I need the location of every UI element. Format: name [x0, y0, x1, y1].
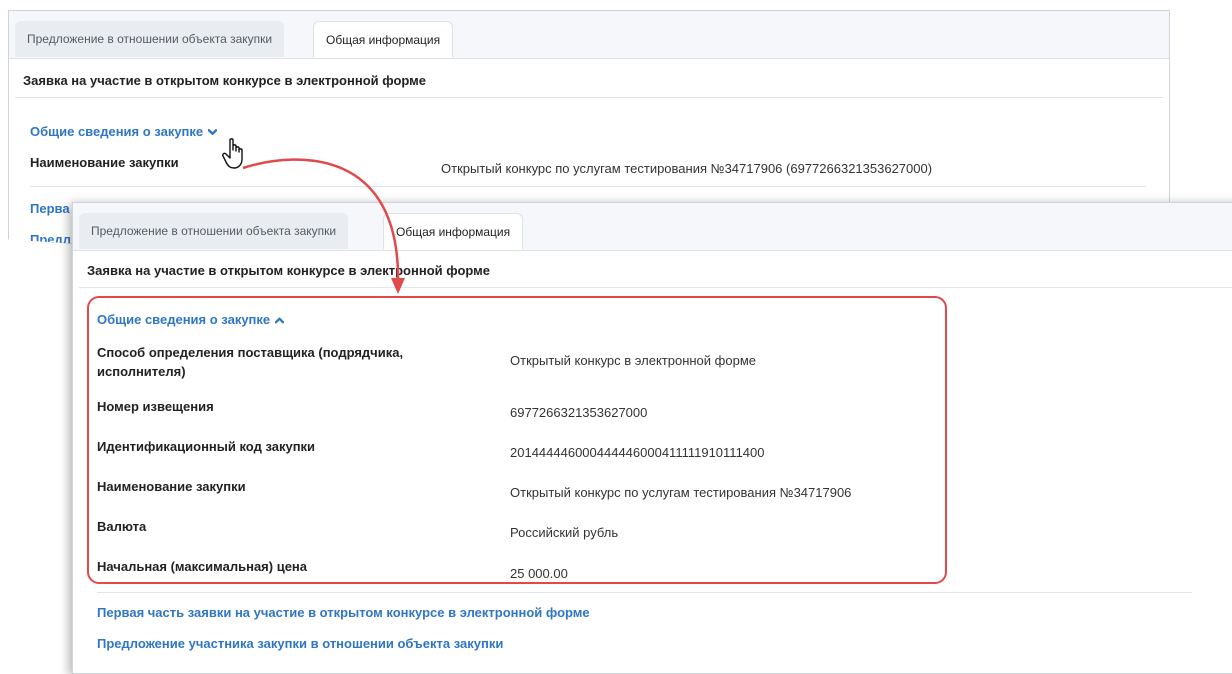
tab-bar: Предложение в отношении объекта закупки …: [9, 11, 1169, 59]
partial-link[interactable]: Перва: [30, 201, 70, 216]
divider: [30, 186, 1146, 187]
field-value: Открытый конкурс по услугам тестирования…: [441, 161, 933, 176]
tab-general-info[interactable]: Общая информация: [383, 213, 524, 250]
hand-pointer-icon: [222, 138, 243, 169]
field-label: Наименование закупки: [30, 155, 179, 170]
link-participant-proposal[interactable]: Предложение участника закупки в отношени…: [97, 636, 503, 651]
chevron-down-icon: [208, 129, 218, 136]
divider: [97, 592, 1192, 593]
section-toggle-label: Общие сведения о закупке: [30, 124, 204, 139]
application-title: Заявка на участие в открытом конкурсе в …: [87, 263, 491, 278]
tab-general-info[interactable]: Общая информация: [313, 21, 454, 58]
tab-proposal[interactable]: Предложение в отношении объекта закупки: [79, 213, 349, 249]
section-toggle-general-info[interactable]: Общие сведения о закупке: [30, 124, 218, 139]
application-title: Заявка на участие в открытом конкурсе в …: [23, 73, 427, 88]
partial-link[interactable]: Предл: [30, 232, 71, 244]
divider: [79, 287, 1232, 288]
tab-proposal[interactable]: Предложение в отношении объекта закупки: [15, 21, 285, 57]
highlight-frame: [87, 296, 947, 584]
divider: [15, 97, 1163, 98]
link-first-part-application[interactable]: Первая часть заявки на участие в открыто…: [97, 605, 590, 620]
tab-bar: Предложение в отношении объекта закупки …: [73, 203, 1232, 251]
